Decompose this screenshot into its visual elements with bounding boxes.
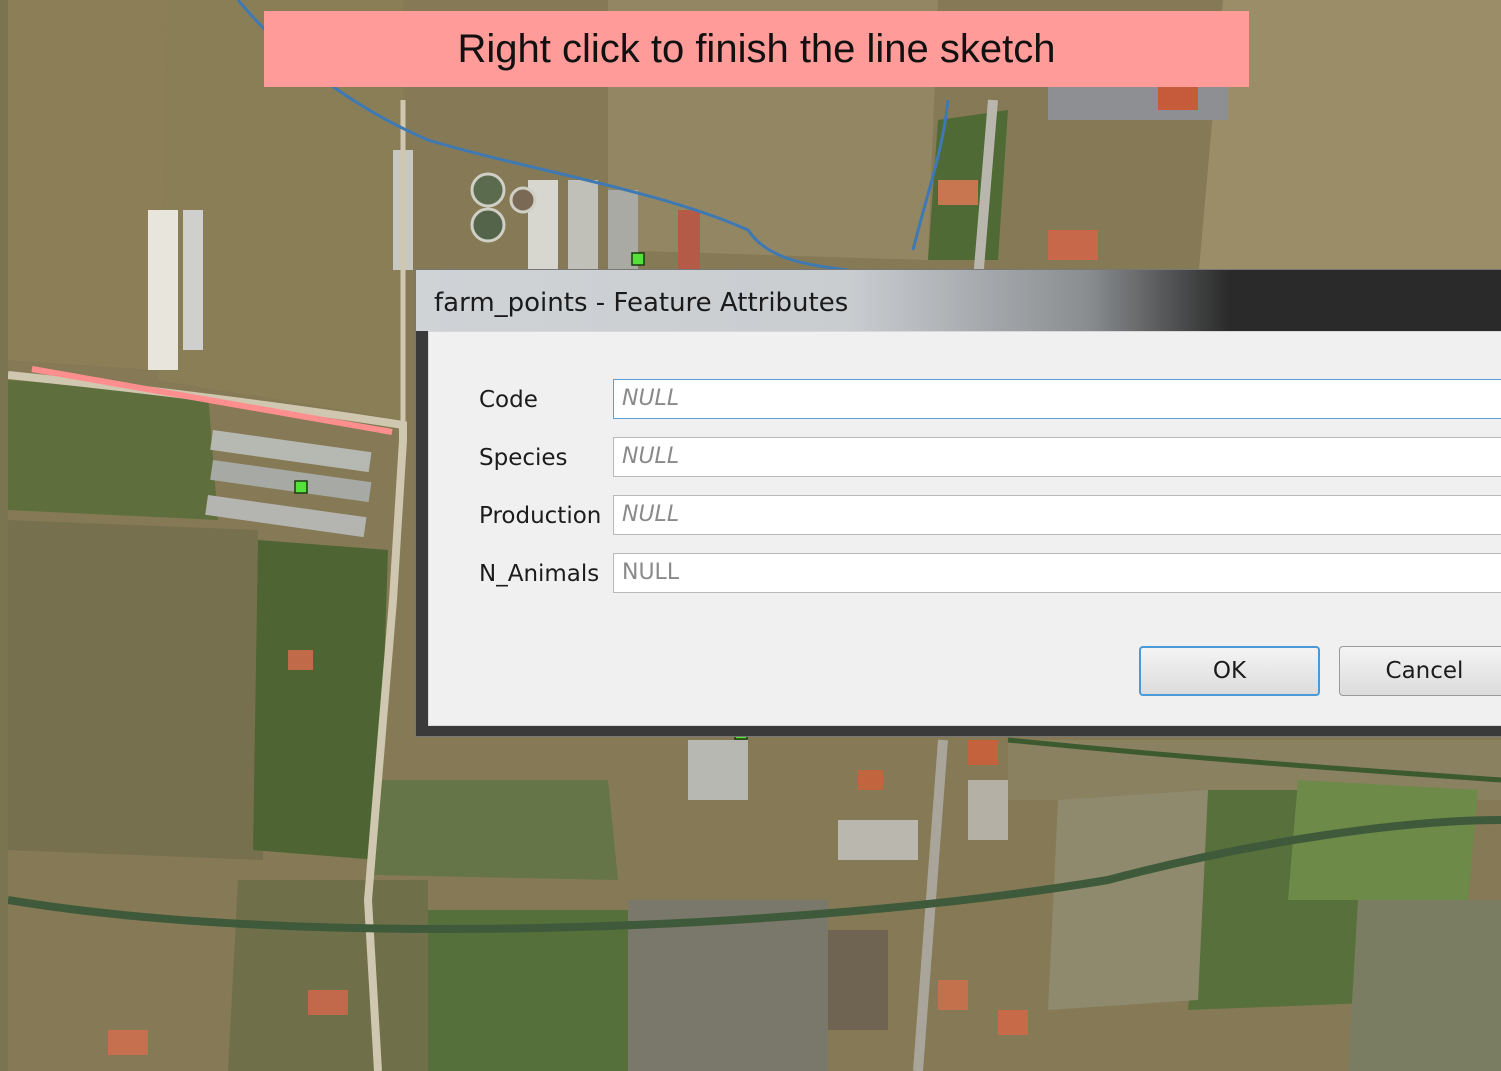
instruction-text: Right click to finish the line sketch xyxy=(457,26,1056,71)
instruction-banner: Right click to finish the line sketch xyxy=(264,11,1249,87)
code-input[interactable]: NULL xyxy=(613,379,1501,419)
species-input[interactable]: NULL xyxy=(613,437,1501,477)
field-label-species: Species xyxy=(479,445,568,471)
field-label-n-animals: N_Animals xyxy=(479,561,600,587)
feature-attributes-dialog: farm_points - Feature Attributes Code NU… xyxy=(416,270,1501,736)
production-input[interactable]: NULL xyxy=(613,495,1501,535)
field-label-code: Code xyxy=(479,387,538,413)
dialog-titlebar[interactable]: farm_points - Feature Attributes xyxy=(416,270,1501,331)
cancel-button[interactable]: Cancel xyxy=(1339,646,1501,696)
dialog-title: farm_points - Feature Attributes xyxy=(434,288,849,318)
field-label-production: Production xyxy=(479,503,602,529)
ok-button[interactable]: OK xyxy=(1139,646,1320,696)
dialog-body: Code NULL Species NULL Production NULL N… xyxy=(428,331,1501,726)
n-animals-input[interactable]: NULL xyxy=(613,553,1501,593)
farm-point-marker[interactable] xyxy=(294,480,308,494)
farm-point-marker[interactable] xyxy=(631,252,645,266)
